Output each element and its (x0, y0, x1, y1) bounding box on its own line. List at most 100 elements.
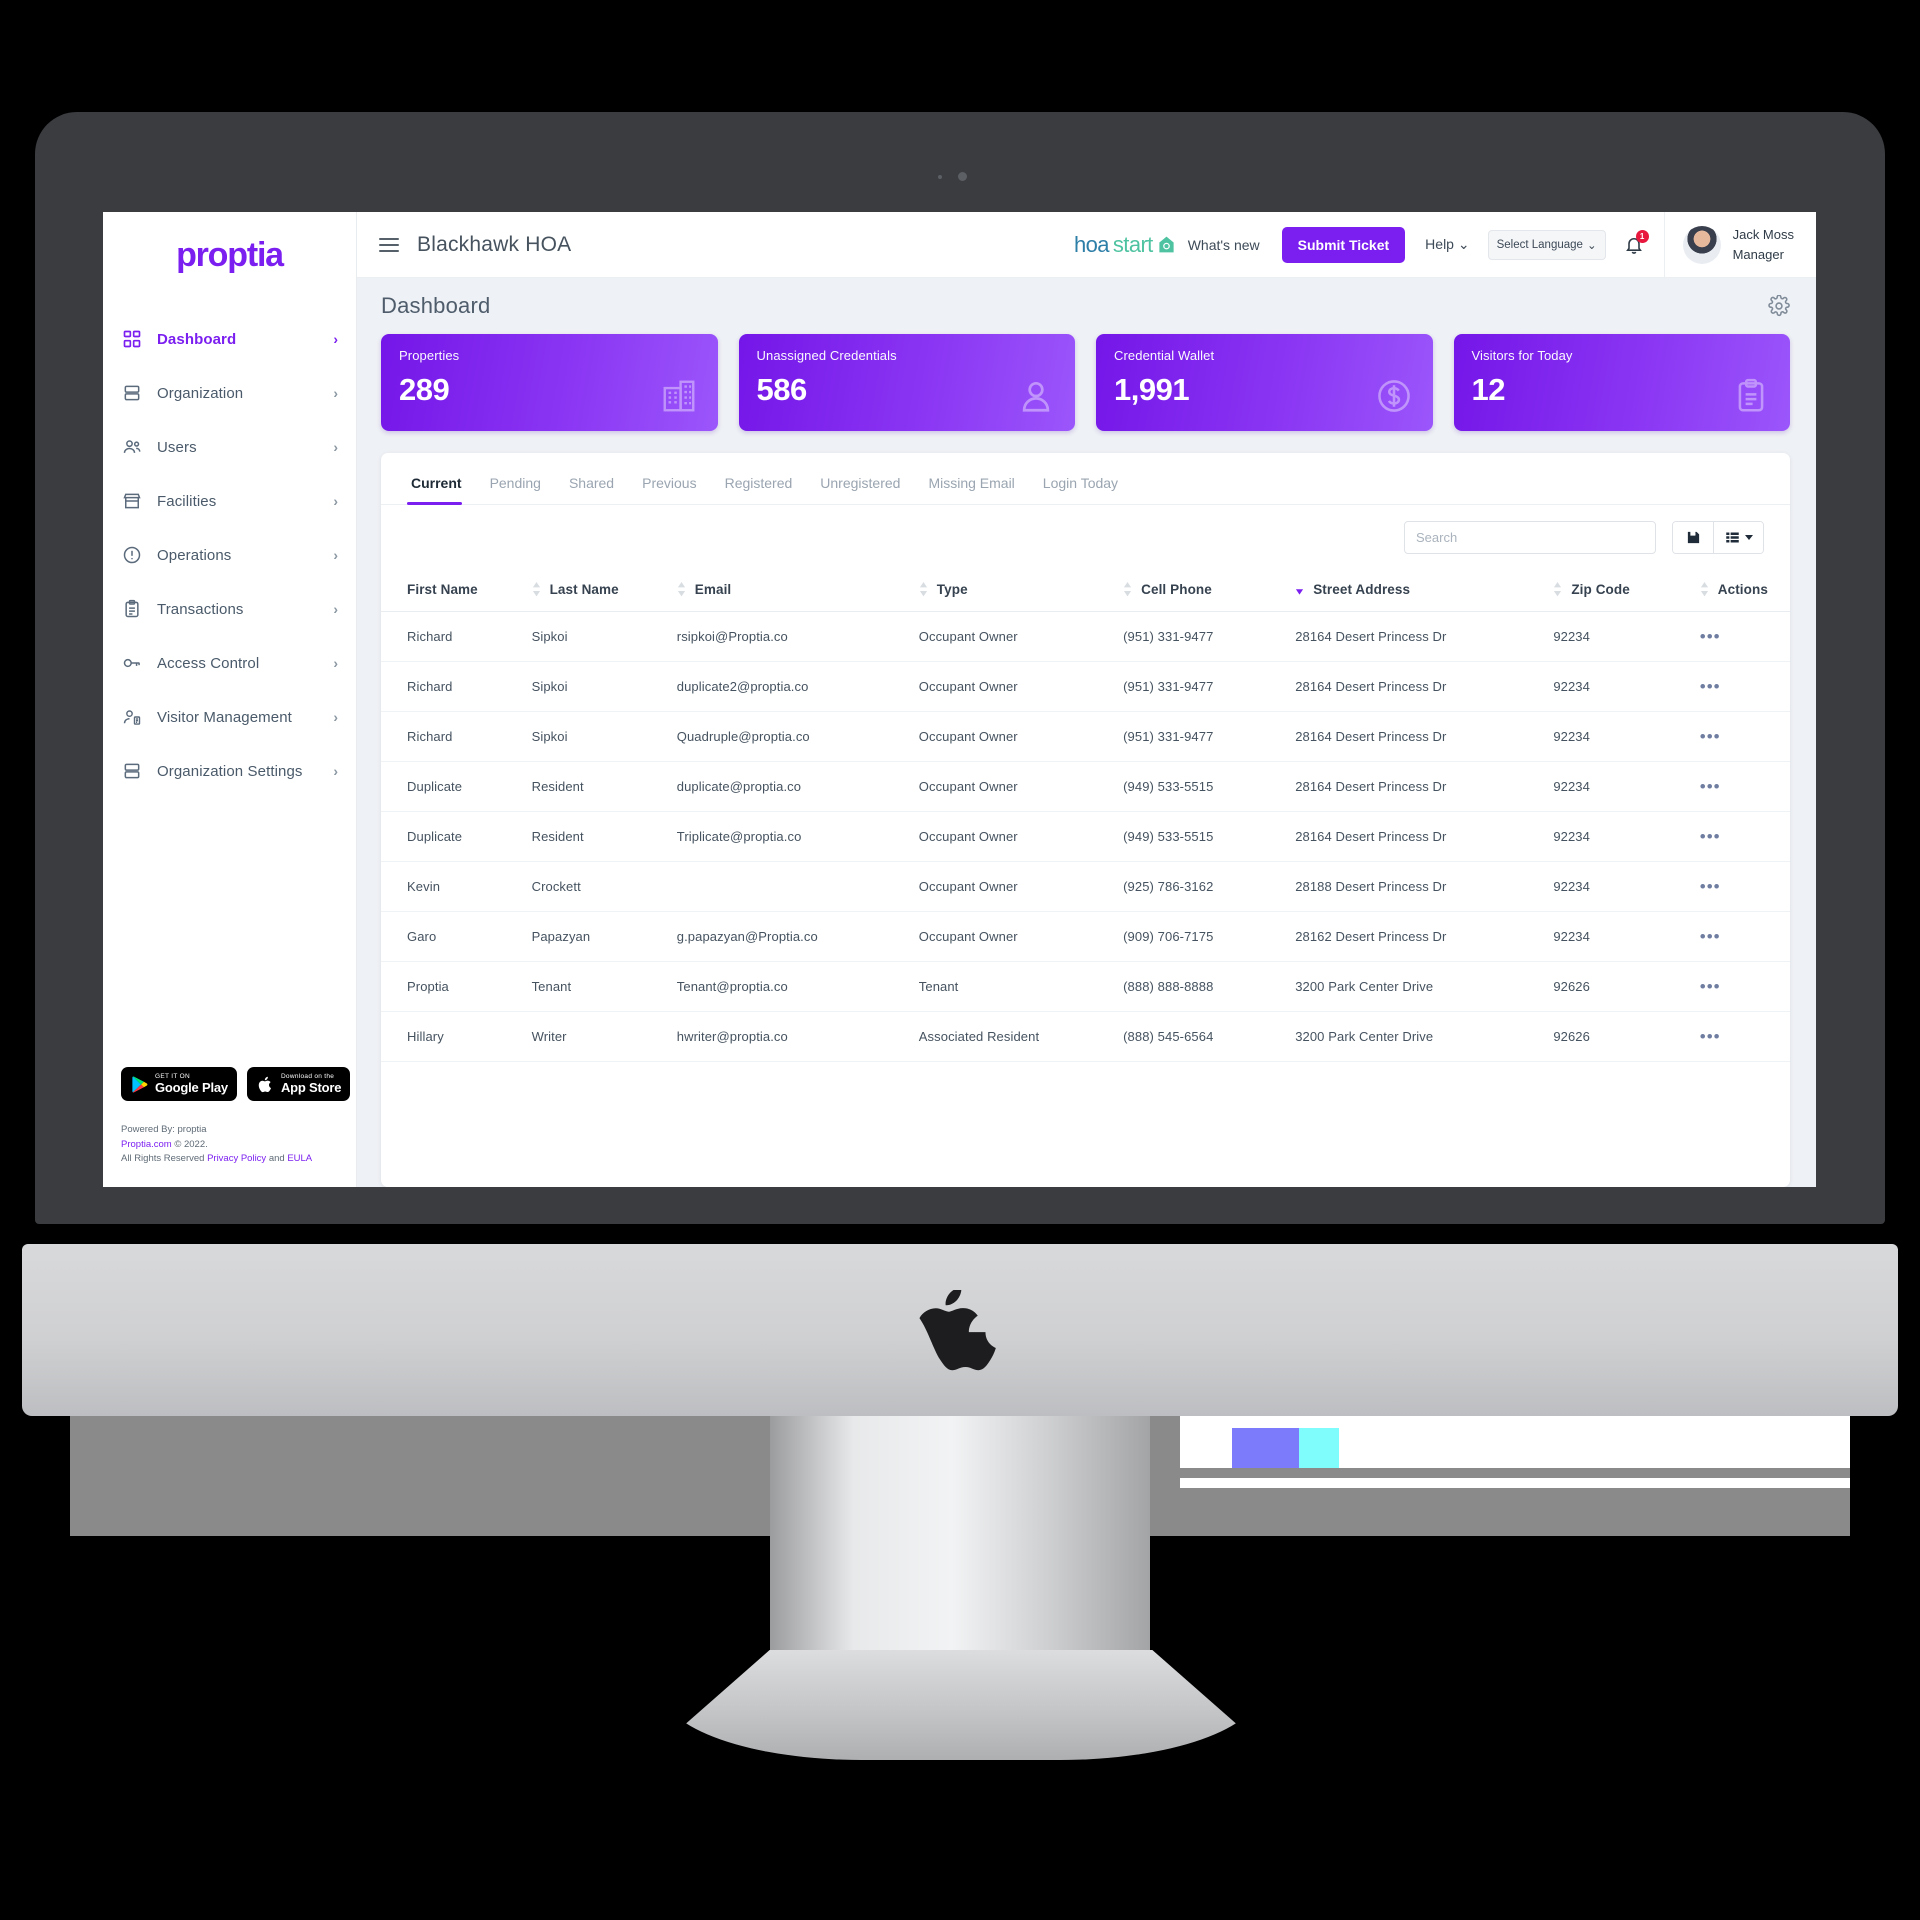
tab-registered[interactable]: Registered (711, 475, 807, 504)
sidebar-item-facilities[interactable]: Facilities › (103, 474, 356, 528)
sidebar-item-transactions[interactable]: Transactions › (103, 582, 356, 636)
tab-shared[interactable]: Shared (555, 475, 628, 504)
sidebar-item-organization[interactable]: Organization › (103, 366, 356, 420)
help-menu[interactable]: Help ⌄ (1425, 236, 1469, 253)
sidebar-item-dashboard[interactable]: Dashboard › (103, 312, 356, 366)
cell-street-address: 3200 Park Center Drive (1295, 961, 1554, 1012)
eula-link[interactable]: EULA (287, 1153, 312, 1164)
language-select[interactable]: Select Language ⌄ (1487, 229, 1606, 260)
notifications-button[interactable]: 1 (1624, 229, 1649, 256)
tab-previous[interactable]: Previous (628, 475, 710, 504)
building-stack-icon (121, 760, 143, 782)
table-row[interactable]: Garo Papazyan g.papazyan@Proptia.co Occu… (381, 911, 1790, 962)
user-menu[interactable]: Jack Moss Manager (1663, 212, 1816, 278)
save-button[interactable] (1673, 522, 1713, 553)
hoastart-logo[interactable]: hoa start (1074, 232, 1176, 258)
cell-street-address: 28164 Desert Princess Dr (1295, 811, 1554, 862)
search-input[interactable] (1404, 521, 1656, 554)
row-actions-button[interactable]: ••• (1700, 627, 1721, 646)
table-row[interactable]: Duplicate Resident duplicate@proptia.co … (381, 761, 1790, 812)
tab-pending[interactable]: Pending (476, 475, 555, 504)
webcam-indicator-icon (938, 175, 942, 179)
column-view-button[interactable] (1713, 522, 1763, 553)
kpi-value: 289 (399, 372, 450, 407)
apple-logo-icon (919, 1290, 996, 1371)
gear-icon[interactable] (1768, 294, 1790, 317)
sidebar-item-organization-settings[interactable]: Organization Settings › (103, 744, 356, 798)
row-actions-button[interactable]: ••• (1700, 1027, 1721, 1046)
row-actions-button[interactable]: ••• (1700, 927, 1721, 946)
sidebar-item-operations[interactable]: Operations › (103, 528, 356, 582)
proptia-link[interactable]: Proptia.com (121, 1139, 172, 1150)
sidebar: proptia Dashboard › Organization › Users… (103, 212, 357, 1187)
column-header-cell-phone[interactable]: Cell Phone (1123, 568, 1296, 612)
cell-cell-phone: (888) 545-6564 (1123, 1011, 1296, 1062)
chevron-right-icon: › (333, 601, 338, 617)
tab-missing-email[interactable]: Missing Email (914, 475, 1028, 504)
row-actions-button[interactable]: ••• (1700, 827, 1721, 846)
screen-viewport: proptia Dashboard › Organization › Users… (103, 212, 1816, 1187)
sort-icon (1554, 582, 1562, 597)
sidebar-item-visitor-management[interactable]: Visitor Management › (103, 690, 356, 744)
tab-login-today[interactable]: Login Today (1029, 475, 1132, 504)
badge-big-text: Google Play (155, 1079, 228, 1095)
table-row[interactable]: Kevin Crockett Occupant Owner (925) 786-… (381, 861, 1790, 912)
row-actions-button[interactable]: ••• (1700, 777, 1721, 796)
column-header-last-name[interactable]: Last Name (531, 568, 677, 612)
cell-street-address: 28188 Desert Princess Dr (1295, 861, 1554, 912)
column-header-type[interactable]: Type (918, 568, 1124, 612)
column-header-email[interactable]: Email (676, 568, 919, 612)
sidebar-item-users[interactable]: Users › (103, 420, 356, 474)
cell-email: hwriter@proptia.co (676, 1011, 919, 1062)
app-store-badge-text: Download on the App Store (281, 1073, 342, 1094)
cell-last-name: Crockett (531, 861, 677, 912)
table-row[interactable]: Hillary Writer hwriter@proptia.co Associ… (381, 1011, 1790, 1062)
row-actions-button[interactable]: ••• (1700, 977, 1721, 996)
privacy-policy-link[interactable]: Privacy Policy (207, 1153, 266, 1164)
tab-unregistered[interactable]: Unregistered (806, 475, 914, 504)
webcam-icon (958, 172, 967, 181)
column-header-first-name[interactable]: First Name (381, 568, 532, 612)
cell-last-name: Resident (531, 811, 677, 862)
cell-last-name: Papazyan (531, 911, 677, 962)
table-scroll-region[interactable]: First Name Last Name Email Type Cell Pho… (381, 568, 1790, 1187)
column-header-street-address[interactable]: Street Address (1295, 568, 1554, 612)
cell-first-name: Richard (381, 711, 532, 762)
sidebar-item-label: Operations (157, 546, 232, 564)
google-play-badge-text: GET IT ON Google Play (155, 1073, 228, 1095)
clipboard-icon (121, 598, 143, 620)
row-actions-button[interactable]: ••• (1700, 677, 1721, 696)
kpi-card-visitors-today[interactable]: Visitors for Today 12 (1453, 334, 1790, 431)
table-action-group (1672, 521, 1764, 554)
table-row[interactable]: Richard Sipkoi rsipkoi@Proptia.co Occupa… (381, 611, 1790, 662)
column-header-zip-code[interactable]: Zip Code (1553, 568, 1688, 612)
chevron-down-icon: ⌄ (1457, 236, 1470, 252)
submit-ticket-button[interactable]: Submit Ticket (1281, 226, 1406, 263)
row-actions-button[interactable]: ••• (1700, 727, 1721, 746)
cell-street-address: 28162 Desert Princess Dr (1295, 911, 1554, 962)
row-actions-button[interactable]: ••• (1700, 877, 1721, 896)
google-play-badge[interactable]: GET IT ON Google Play (121, 1067, 237, 1101)
sidebar-item-access-control[interactable]: Access Control › (103, 636, 356, 690)
notification-badge: 1 (1635, 229, 1649, 243)
kpi-card-credential-wallet[interactable]: Credential Wallet 1,991 (1096, 334, 1433, 431)
column-label: Type (936, 582, 968, 597)
tab-current[interactable]: Current (407, 475, 476, 505)
app-store-badge[interactable]: Download on the App Store (246, 1067, 351, 1101)
kpi-card-properties[interactable]: Properties 289 (381, 334, 718, 431)
table-row[interactable]: Proptia Tenant Tenant@proptia.co Tenant … (381, 961, 1790, 1012)
table-body: Richard Sipkoi rsipkoi@Proptia.co Occupa… (381, 611, 1790, 1062)
whats-new-link[interactable]: What's new (1188, 237, 1260, 253)
brand-logo[interactable]: proptia (103, 212, 356, 298)
table-row[interactable]: Duplicate Resident Triplicate@proptia.co… (381, 811, 1790, 862)
organization-title: Blackhawk HOA (417, 232, 572, 256)
chevron-down-icon (1744, 535, 1753, 540)
table-row[interactable]: Richard Sipkoi Quadruple@proptia.co Occu… (381, 711, 1790, 762)
cell-last-name: Tenant (531, 961, 677, 1012)
hamburger-icon[interactable] (379, 237, 399, 252)
table-header-row: First Name Last Name Email Type Cell Pho… (381, 568, 1790, 612)
kpi-card-unassigned-credentials[interactable]: Unassigned Credentials 586 (738, 334, 1075, 431)
column-header-actions: Actions (1687, 568, 1790, 612)
table-row[interactable]: Richard Sipkoi duplicate2@proptia.co Occ… (381, 661, 1790, 712)
chevron-right-icon: › (333, 709, 338, 725)
